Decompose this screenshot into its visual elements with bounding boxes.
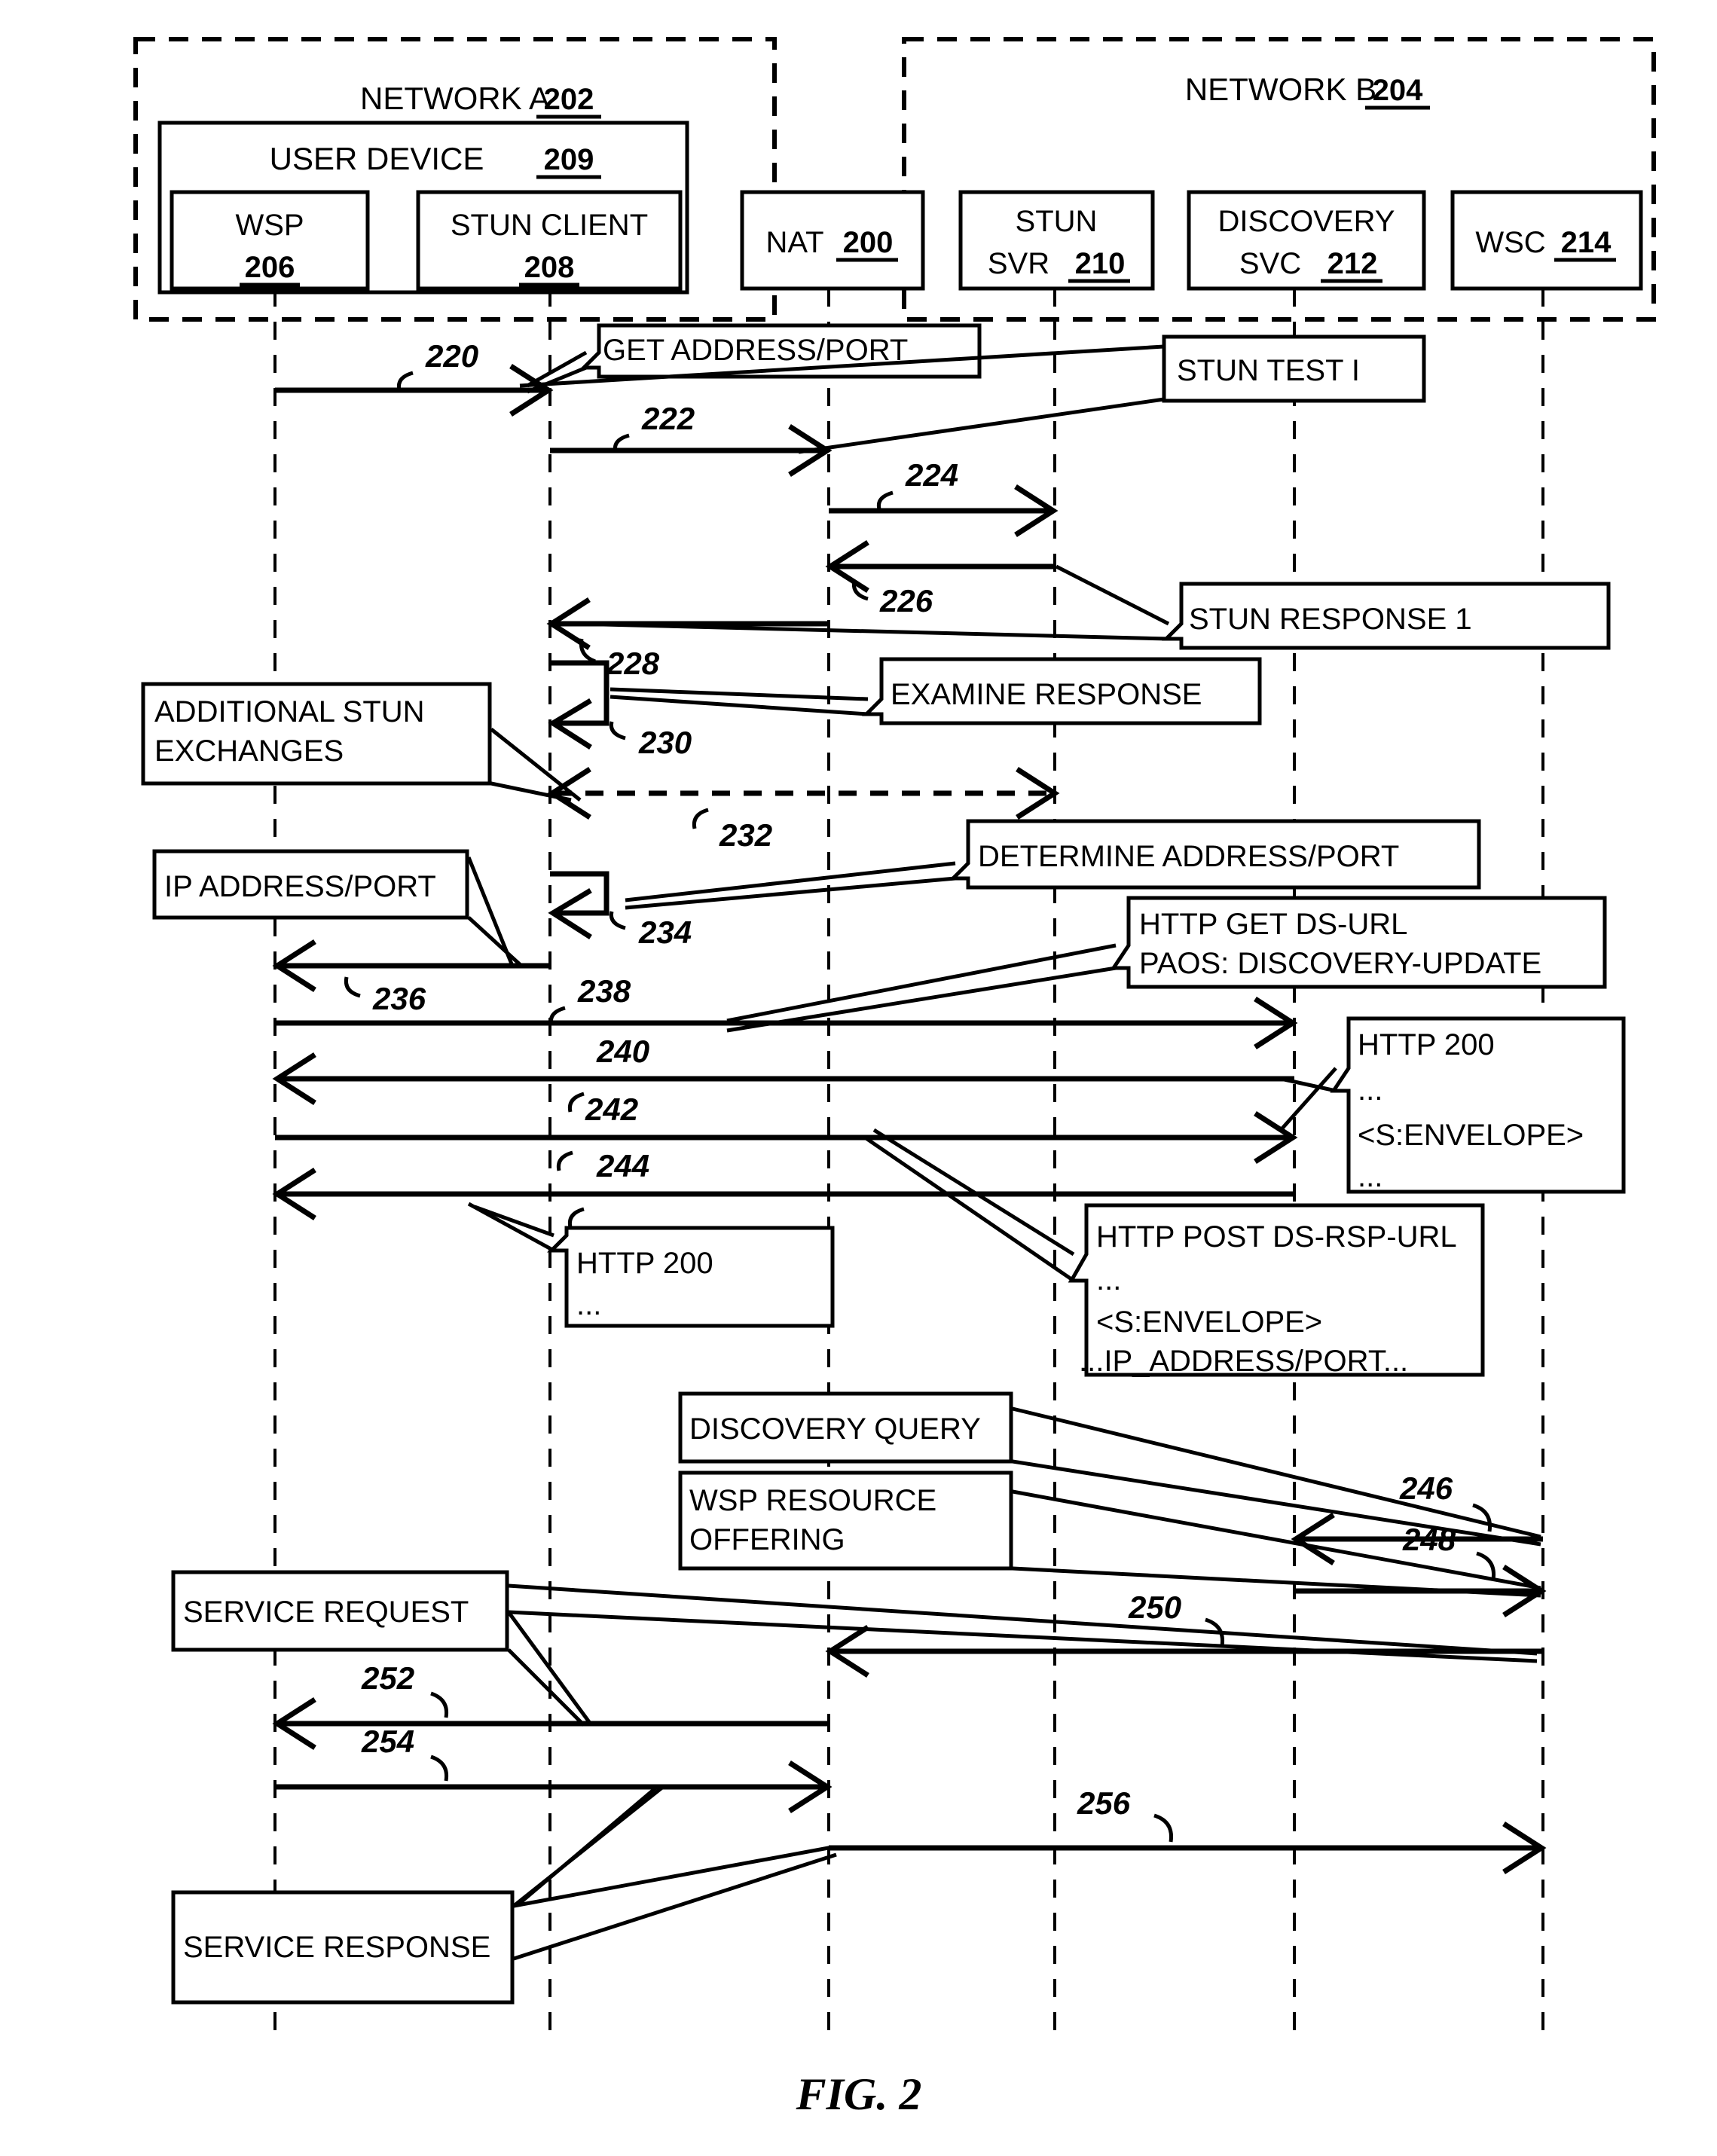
lifeline-ref-nat: 200 <box>843 226 894 259</box>
msg-number-226: 226 <box>879 583 933 618</box>
lifeline-ref-wsc: 214 <box>1561 226 1612 259</box>
msg-number-238: 238 <box>577 973 631 1009</box>
msg-number-228: 228 <box>606 646 660 681</box>
callout-leader-a-stun-response-1 <box>1055 564 1170 626</box>
msg-number-246: 246 <box>1399 1470 1453 1506</box>
leader-244 <box>567 1207 585 1228</box>
callout-leader-b-stun-test-1 <box>798 397 1165 454</box>
lifeline-label-stun-client: STUN CLIENT <box>451 209 648 242</box>
callout-leader-b-http-post-ds-rsp-url <box>863 1135 1075 1283</box>
msg-number-240: 240 <box>596 1034 649 1069</box>
leader-254 <box>430 1754 449 1782</box>
leader-252 <box>430 1691 449 1718</box>
leader-242 <box>556 1150 573 1171</box>
msg-number-230: 230 <box>638 725 692 760</box>
network-b-ref: 204 <box>1373 74 1423 107</box>
lifeline-ref-stun-client: 208 <box>524 251 575 284</box>
lifeline-label-discovery-svc: DISCOVERY <box>1218 205 1395 238</box>
msg-number-234: 234 <box>638 915 692 950</box>
callout-text-additional-stun-exchanges-1: EXCHANGES <box>154 734 344 768</box>
callout-leader-b-http-200-left <box>467 1202 555 1253</box>
lifeline-label-wsc: WSC <box>1475 226 1545 259</box>
sequence-diagram: NETWORK A 202 NETWORK B 204 USER DEVICE … <box>133 37 1656 2119</box>
callout-leader-a-http-get-ds-url <box>726 943 1117 1023</box>
msg-number-220: 220 <box>425 338 478 374</box>
callout-text-http-200-left-0: HTTP 200 <box>576 1247 713 1280</box>
callout-text-http-post-ds-rsp-url-0: HTTP POST DS-RSP-URL <box>1096 1220 1457 1254</box>
msg-number-242: 242 <box>585 1092 638 1127</box>
msg-number-224: 224 <box>905 457 958 493</box>
msg-number-248: 248 <box>1402 1522 1456 1557</box>
msg-number-236: 236 <box>372 981 426 1016</box>
leader-234 <box>609 911 626 930</box>
callout-text-ip-address-port: IP ADDRESS/PORT <box>164 870 436 903</box>
callout-text-http-200-envelope-2: <S:ENVELOPE> <box>1358 1119 1584 1152</box>
callout-text-http-200-left-1: ... <box>576 1288 601 1321</box>
callout-text-http-200-envelope-3: ... <box>1358 1160 1382 1193</box>
arrow-230 <box>550 660 610 726</box>
callout-text-http-post-ds-rsp-url-3: ...IP_ADDRESS/PORT... <box>1079 1345 1408 1378</box>
network-b-title: NETWORK B <box>1185 72 1376 107</box>
callout-leader-d-service-response <box>517 1785 658 1906</box>
callout-text-http-get-ds-url-0: HTTP GET DS-URL <box>1139 908 1407 941</box>
user-device-ref: 209 <box>544 143 594 176</box>
msg-number-254: 254 <box>361 1724 414 1759</box>
leader-230 <box>609 721 626 741</box>
callout-text-http-200-envelope-0: HTTP 200 <box>1358 1028 1495 1061</box>
network-a-title: NETWORK A <box>360 81 550 116</box>
callout-text-stun-response-1: STUN RESPONSE 1 <box>1189 603 1472 636</box>
callout-leader-a-http-200-left <box>474 1205 555 1238</box>
callout-text-wsp-resource-offering-0: WSP RESOURCE <box>689 1484 936 1517</box>
leader-240 <box>567 1092 585 1113</box>
leader-224 <box>876 490 894 510</box>
leader-236 <box>344 976 361 998</box>
lifeline-label-nat: NAT <box>765 226 823 259</box>
lifeline-ref-stun-svr: 210 <box>1075 247 1126 280</box>
callout-text-service-response: SERVICE RESPONSE <box>183 1931 490 1964</box>
callout-text-stun-test-1: STUN TEST I <box>1177 354 1360 387</box>
callout-text-determine-address-port: DETERMINE ADDRESS/PORT <box>978 840 1399 873</box>
callout-text-http-post-ds-rsp-url-2: <S:ENVELOPE> <box>1096 1306 1322 1339</box>
leader-232 <box>692 808 709 829</box>
callout-text-examine-response: EXAMINE RESPONSE <box>891 678 1202 711</box>
lifeline-ref-wsp: 206 <box>245 251 295 284</box>
msg-number-232: 232 <box>719 817 772 853</box>
lifeline-label-stun-svr: STUN <box>1016 205 1098 238</box>
msg-number-244: 244 <box>596 1148 649 1183</box>
callout-text-wsp-resource-offering-1: OFFERING <box>689 1523 845 1556</box>
msg-number-252: 252 <box>361 1660 414 1696</box>
network-a-ref: 202 <box>544 83 594 116</box>
msg-number-256: 256 <box>1077 1785 1131 1821</box>
lifeline-label2-discovery-svc: SVC <box>1239 247 1301 280</box>
leader-256 <box>1153 1813 1174 1843</box>
callout-leader-a-additional-stun-exchanges <box>490 728 582 802</box>
user-device-title: USER DEVICE <box>270 141 484 176</box>
lifeline-label2-stun-svr: SVR <box>988 247 1049 280</box>
callout-text-http-200-envelope-1: ... <box>1358 1073 1382 1107</box>
callout-leader-a-service-response <box>513 1845 833 1908</box>
lifeline-ref-discovery-svc: 212 <box>1327 247 1378 280</box>
callout-text-additional-stun-exchanges-0: ADDITIONAL STUN <box>154 695 425 728</box>
callout-text-discovery-query: DISCOVERY QUERY <box>689 1412 981 1446</box>
msg-number-250: 250 <box>1128 1590 1181 1625</box>
lifeline-label-wsp: WSP <box>235 209 304 242</box>
callout-text-service-request: SERVICE REQUEST <box>183 1596 469 1629</box>
figure-caption: FIG. 2 <box>796 2069 922 2119</box>
callout-leader-b-service-response <box>513 1852 837 1961</box>
callout-text-http-get-ds-url-1: PAOS: DISCOVERY-UPDATE <box>1139 947 1541 980</box>
callout-text-http-post-ds-rsp-url-1: ... <box>1096 1263 1121 1296</box>
callout-text-get-address-port: GET ADDRESS/PORT <box>603 334 908 367</box>
msg-number-222: 222 <box>641 401 695 436</box>
leader-246 <box>1472 1503 1492 1532</box>
